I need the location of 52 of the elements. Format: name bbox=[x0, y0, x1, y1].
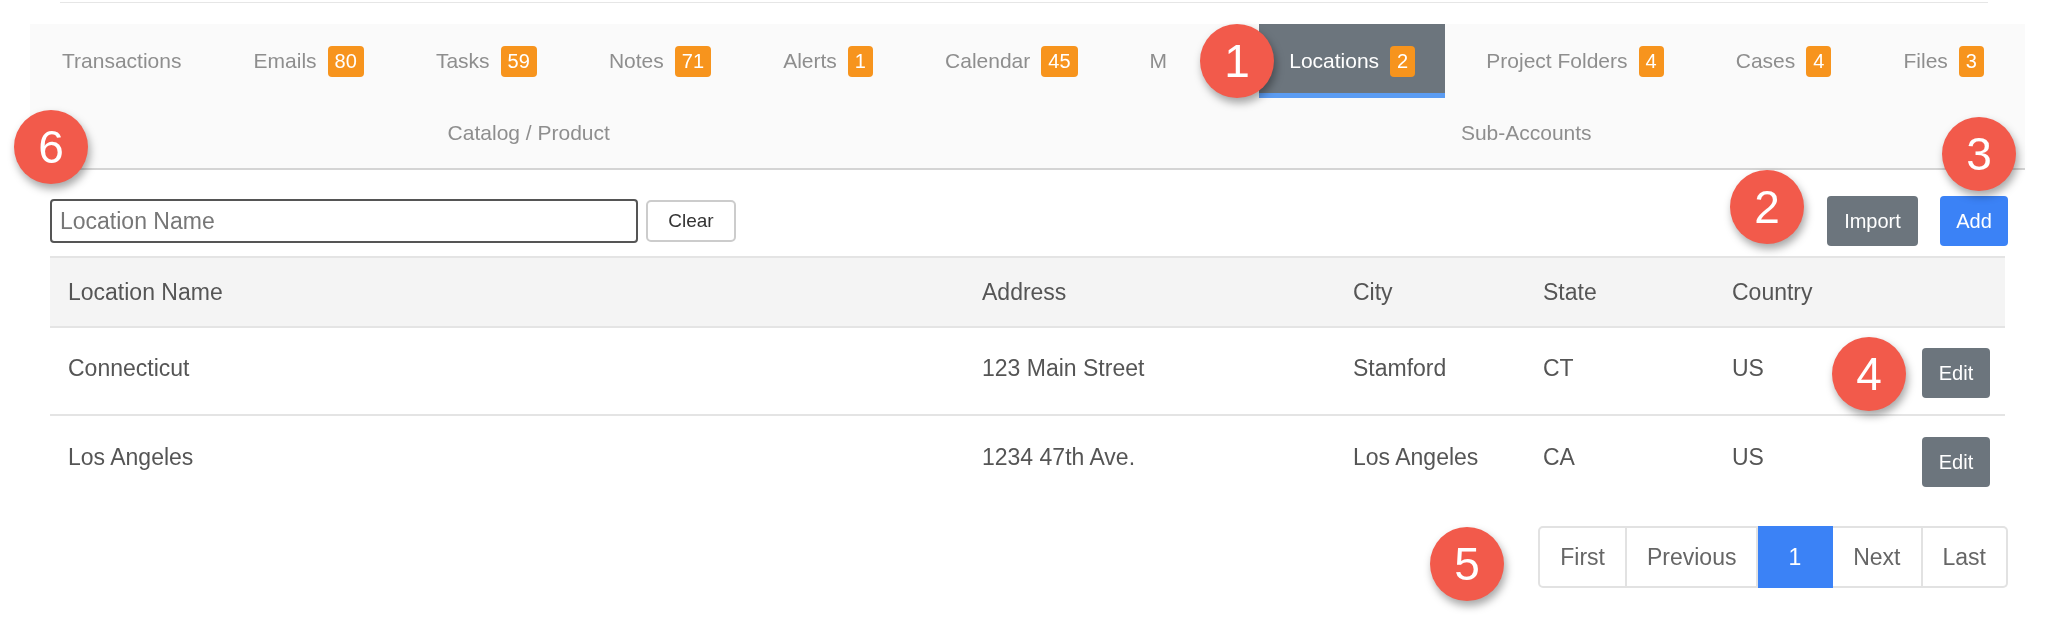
column-header: State bbox=[1543, 278, 1597, 305]
tab[interactable]: Locations 2 bbox=[1259, 24, 1446, 98]
tab[interactable]: Files 3 bbox=[1872, 24, 2015, 98]
search-field[interactable]: Location Name bbox=[50, 199, 638, 243]
page-button[interactable]: Last bbox=[1922, 526, 2008, 588]
count-badge: 4 bbox=[1638, 45, 1664, 77]
tab[interactable]: Catalog / Product bbox=[441, 113, 616, 153]
column-header: Location Name bbox=[68, 278, 223, 305]
page-button[interactable]: 1 bbox=[1758, 526, 1834, 588]
table-cell: Connecticut bbox=[68, 354, 190, 381]
step-marker: 2 bbox=[1730, 170, 1804, 244]
column-header: Country bbox=[1732, 278, 1813, 305]
tab[interactable]: Alerts 1 bbox=[752, 24, 904, 98]
count-badge: 45 bbox=[1041, 45, 1078, 77]
tab[interactable]: Calendar 45 bbox=[914, 24, 1109, 98]
step-marker: 4 bbox=[1832, 337, 1906, 411]
table-cell: 123 Main Street bbox=[982, 354, 1145, 381]
column-header: City bbox=[1353, 278, 1393, 305]
count-badge: 80 bbox=[327, 45, 364, 77]
tab[interactable]: M bbox=[1118, 24, 1170, 98]
table-cell: 1234 47th Ave. bbox=[982, 443, 1136, 470]
table-cell: Los Angeles bbox=[68, 443, 194, 470]
clear-button[interactable]: Clear bbox=[646, 200, 736, 242]
count-badge: 4 bbox=[1806, 45, 1832, 77]
table-cell: CA bbox=[1543, 443, 1575, 470]
import-button[interactable]: Import bbox=[1827, 196, 1918, 246]
table-cell: CT bbox=[1543, 354, 1574, 381]
table-cell: Stamford bbox=[1353, 354, 1447, 381]
tab[interactable]: Cases 4 bbox=[1704, 24, 1863, 98]
column-header: Address bbox=[982, 278, 1067, 305]
edit-button[interactable]: Edit bbox=[1922, 437, 1990, 487]
table-cell: Los Angeles bbox=[1353, 443, 1479, 470]
tab[interactable]: Emails 80 bbox=[222, 24, 395, 98]
count-badge: 1 bbox=[847, 45, 873, 77]
page-button[interactable]: First bbox=[1538, 526, 1627, 588]
table-cell: US bbox=[1732, 354, 1764, 381]
step-marker: 6 bbox=[14, 110, 88, 184]
count-badge: 59 bbox=[500, 45, 537, 77]
tab[interactable]: Notes 71 bbox=[577, 24, 743, 98]
add-button[interactable]: Add bbox=[1940, 196, 2008, 246]
table-cell: US bbox=[1732, 443, 1764, 470]
count-badge: 2 bbox=[1390, 45, 1416, 77]
page-button[interactable]: Next bbox=[1833, 526, 1923, 588]
edit-button[interactable]: Edit bbox=[1922, 348, 1990, 398]
step-marker: 5 bbox=[1430, 527, 1504, 601]
count-badge: 71 bbox=[674, 45, 712, 77]
tab[interactable]: Project Folders 4 bbox=[1455, 24, 1695, 98]
tab[interactable]: Tasks 59 bbox=[404, 24, 568, 98]
page-button[interactable]: Previous bbox=[1626, 526, 1759, 588]
tab[interactable]: Transactions bbox=[30, 24, 213, 98]
tab[interactable]: Sub-Accounts bbox=[1454, 113, 1598, 153]
count-badge: 3 bbox=[1958, 45, 1984, 77]
